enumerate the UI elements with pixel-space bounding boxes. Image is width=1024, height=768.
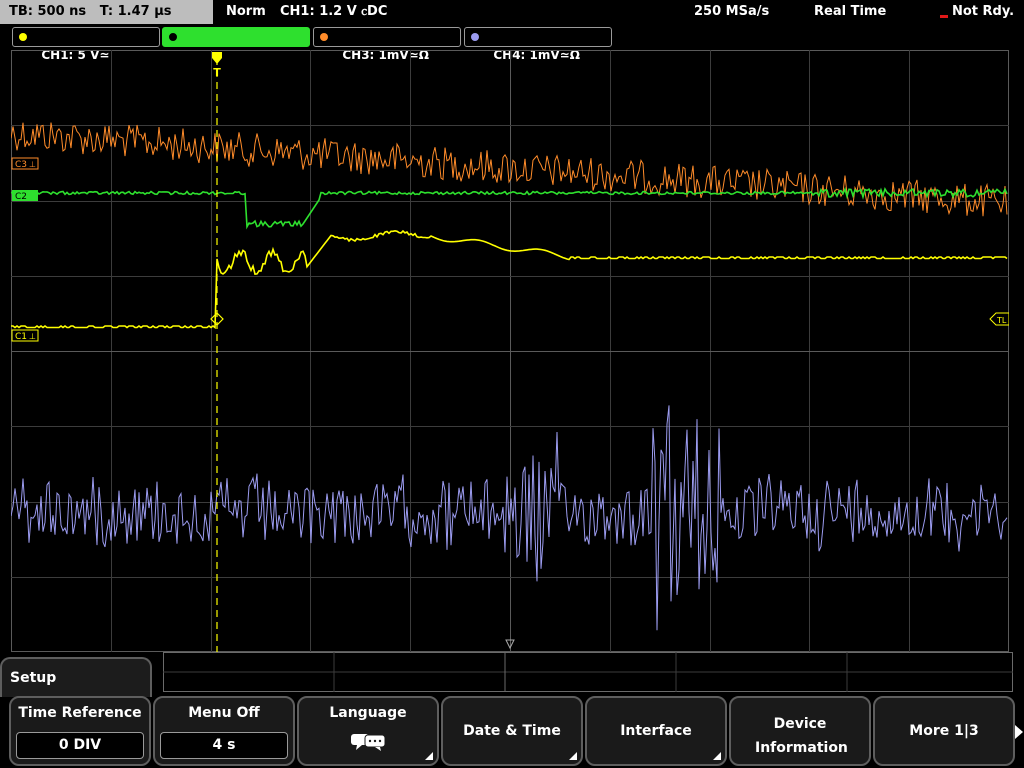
menu-off-value: 4 s (160, 732, 288, 759)
trigger-position-marker[interactable] (212, 52, 222, 64)
interface-button[interactable]: Interface (585, 696, 727, 766)
ch1-offset-marker[interactable]: C1 ⊥ (11, 329, 39, 342)
status-bar: TB: 500 ns T: 1.47 µs Norm CH1: 1.2 V ⲥD… (0, 0, 1024, 24)
menu-off-label: Menu Off (188, 705, 260, 721)
language-label: Language (329, 705, 407, 721)
ch3-marker-label: C3 (15, 160, 27, 170)
not-ready-indicator (940, 15, 948, 18)
timebase-box[interactable]: TB: 500 ns T: 1.47 µs (0, 0, 213, 24)
ch2-color-icon (169, 33, 177, 41)
sample-rate: 250 MSa/s (694, 4, 770, 19)
menu-title-tab: Setup (0, 657, 152, 697)
acquisition-mode: Real Time (814, 4, 887, 19)
trigger-time-value: T: 1.47 µs (99, 4, 172, 19)
ch4-waveform (11, 405, 1008, 631)
time-reference-value: 0 DIV (16, 732, 144, 759)
trigger-state: Not Rdy. (952, 4, 1015, 19)
submenu-corner-icon (425, 752, 433, 760)
svg-text:⊥: ⊥ (29, 332, 36, 341)
menu-off-button[interactable]: Menu Off 4 s (153, 696, 295, 766)
ch2-offset-marker[interactable]: C2 (12, 190, 38, 202)
language-icon (351, 734, 386, 751)
date-time-button[interactable]: Date & Time (441, 696, 583, 766)
time-reference-button[interactable]: Time Reference 0 DIV (9, 696, 151, 766)
ch3-waveform (11, 122, 1008, 217)
svg-text:⊥: ⊥ (29, 160, 36, 169)
device-information-button[interactable]: Device Information (729, 696, 871, 766)
trigger-info[interactable]: CH1: 1.2 V ⲥDC (280, 0, 387, 24)
channel-tab-ch2[interactable]: CH2: 20 mV≃Ω (162, 27, 310, 62)
ch2-waveform (11, 186, 1008, 230)
more-label: More 1|3 (909, 723, 979, 739)
language-button[interactable]: Language (297, 696, 439, 766)
date-time-label: Date & Time (463, 723, 561, 739)
interface-label: Interface (620, 723, 692, 739)
ch1-marker-label: C1 (15, 332, 27, 342)
channel-tab-ch1[interactable]: CH1: 5 V≃ (12, 27, 160, 62)
timebase-value: TB: 500 ns (9, 4, 87, 19)
ch1-waveform (11, 229, 1008, 330)
ch1-color-icon (19, 33, 27, 41)
device-information-label: Device Information (755, 716, 848, 756)
submenu-corner-icon (569, 752, 577, 760)
ch2-marker-label: C2 (15, 192, 27, 202)
ch3-color-icon (320, 33, 328, 41)
trigger-mode[interactable]: Norm (226, 0, 266, 24)
secondary-info-bar (163, 652, 1013, 692)
next-page-arrow-icon[interactable] (1014, 722, 1024, 742)
menu-title: Setup (10, 670, 57, 686)
channel-tab-ch3[interactable]: CH3: 1mV≃Ω (313, 27, 461, 62)
ch4-color-icon (471, 33, 479, 41)
trigger-position-label: T (213, 66, 221, 79)
submenu-corner-icon (713, 752, 721, 760)
trigger-level-marker[interactable]: TL (989, 312, 1009, 326)
ch3-offset-marker[interactable]: C3 ⊥ (11, 157, 39, 170)
time-reference-label: Time Reference (18, 705, 142, 721)
channel-tab-ch4[interactable]: CH4: 1mV≃Ω (464, 27, 612, 62)
trigger-level-label: TL (996, 316, 1007, 325)
waveform-display[interactable]: T C3 ⊥ C2 C1 ⊥ TL (11, 50, 1009, 652)
more-button[interactable]: More 1|3 (873, 696, 1015, 766)
